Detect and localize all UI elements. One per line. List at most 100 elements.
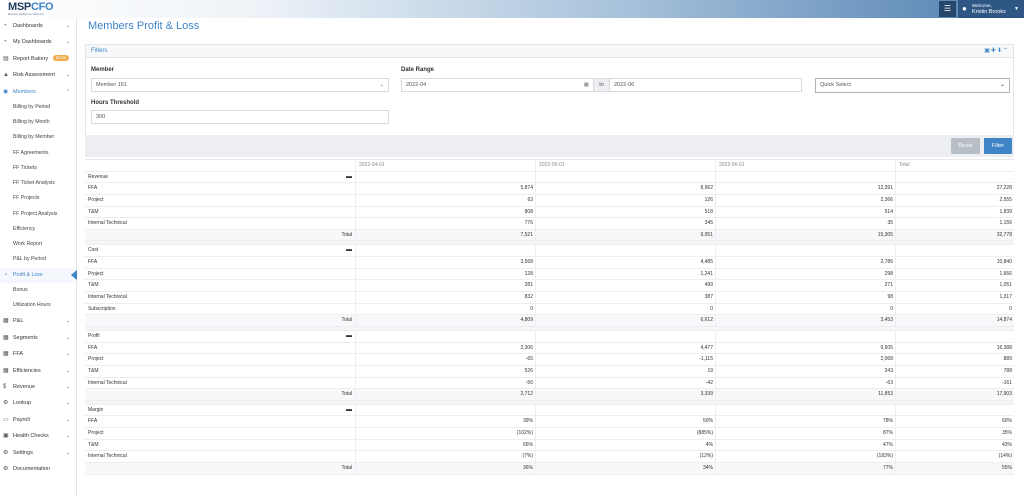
value-cell: 16,388	[996, 344, 1012, 351]
value-cell: 39%	[356, 416, 536, 428]
menu-toggle-button[interactable]: ☰	[939, 1, 956, 17]
table-row: T&M 65% 4% 47% 43%	[85, 439, 1014, 452]
value-cell: 50%	[536, 416, 716, 428]
reset-button[interactable]: Reset	[951, 138, 980, 154]
sidebar-subitem-billing-by-month[interactable]: Billing by Month	[0, 115, 76, 130]
collapse-minus-icon[interactable]: ▬	[346, 245, 352, 256]
sidebar-subitem-pl-by-period[interactable]: P&L by Period	[0, 252, 76, 267]
total-value-cell: 9,951	[536, 229, 716, 241]
sidebar-subitem-billing-by-member[interactable]: Billing by Member	[0, 130, 76, 145]
sidebar-item-label: Risk Assessment	[13, 72, 55, 79]
sidebar-item-revenue[interactable]: $ Revenue ⌄	[0, 379, 76, 395]
save-icon[interactable]: ▣	[984, 48, 991, 54]
list-icon: ☰	[943, 4, 952, 13]
value-cell: 8,962	[536, 183, 716, 194]
sidebar-subitem-work-report[interactable]: Work Report	[0, 237, 76, 252]
sidebar-subitem-ff-ticket-analysis[interactable]: FF Ticket Analysis	[0, 176, 76, 191]
table-row: FFA 39% 50% 78% 60%	[85, 416, 1014, 429]
value-cell: 0	[1009, 305, 1012, 312]
value-cell: 2,366	[716, 194, 896, 206]
chevron-down-icon: ⌄	[66, 384, 71, 391]
hours-threshold-input[interactable]: 300	[91, 110, 389, 124]
chevron-down-icon: ⌄	[66, 351, 71, 358]
value-cell: 1,241	[536, 268, 716, 280]
filters-panel: Filters ▣✚⬇⌃ Member Member 151 ⌄ Date Ra…	[85, 44, 1014, 145]
sidebar-item-label: Health Checks	[13, 433, 49, 440]
date-from-input[interactable]: 2022-04 ▦	[401, 78, 594, 92]
row-label: T&M	[85, 206, 356, 218]
sidebar-item-pl[interactable]: ▦ P&L ⌄	[0, 313, 76, 329]
sidebar-item-report-bakery[interactable]: ▤ Report Bakery BETA	[0, 51, 76, 67]
sidebar-subitem-profit-loss[interactable]: Profit & Loss	[0, 267, 77, 283]
sidebar-subitem-ff-agreements[interactable]: FF Agreements	[0, 146, 76, 161]
sidebar-item-payroll[interactable]: ▭ Payroll ⌄	[0, 412, 76, 428]
logo[interactable]: MSPCFO Business Intelligence. Delivered.	[8, 1, 54, 17]
member-select[interactable]: Member 151 ⌄	[91, 78, 389, 92]
value-cell: 3,568	[356, 257, 536, 268]
table-row: FFA 5,874 8,962 12,391 27,228	[85, 183, 1014, 195]
row-label: Internal Technical	[85, 292, 356, 303]
sidebar-subitem-efficiency[interactable]: Efficiency	[0, 222, 76, 237]
sidebar-subitem-utilization-hours[interactable]: Utilization Hours	[0, 298, 76, 313]
sidebar-item-members[interactable]: ◉ Members ⌃	[0, 84, 76, 100]
total-value-cell: 34%	[536, 463, 716, 474]
section-label-cell: Margin ▬	[85, 404, 356, 416]
member-label: Member	[91, 67, 115, 73]
gears-icon: ⚙	[3, 400, 9, 407]
total-value-cell: 55%	[1001, 465, 1012, 472]
calendar-icon[interactable]: ▦	[584, 79, 589, 91]
section-label-cell: Revenue ▬	[85, 171, 356, 183]
chevron-down-icon: ⌄	[66, 449, 71, 456]
value-cell: 4,477	[536, 342, 716, 354]
sidebar-item-lookup[interactable]: ⚙ Lookup ⌄	[0, 395, 76, 411]
collapse-minus-icon[interactable]: ▬	[346, 331, 352, 342]
sidebar-subitem-bonus[interactable]: Bonus	[0, 283, 76, 298]
logo-accent-text: CFO	[30, 1, 54, 13]
value-cell: -65	[356, 354, 536, 365]
table-row: Subscription 0 0 0 0	[85, 303, 1014, 316]
sidebar-item-segments[interactable]: ▦ Segments ⌄	[0, 330, 76, 346]
sidebar-item-label: Dashboards	[13, 23, 43, 29]
value-cell: 43%	[1001, 441, 1012, 448]
sidebar-item-risk-assessment[interactable]: ▲ Risk Assessment ⌄	[0, 67, 76, 83]
sidebar-subitem-ff-tickets[interactable]: FF Tickets	[0, 161, 76, 176]
date-range-label: Date Range	[401, 67, 435, 73]
total-row: Total 4,809 6,612 3,453 14,874	[85, 315, 1014, 327]
chevron-down-icon: ⌄	[66, 23, 71, 29]
sidebar-item-settings[interactable]: ⚙ Settings ⌄	[0, 445, 76, 461]
value-cell: 1,317	[999, 294, 1012, 301]
sidebar-subitem-ff-projects[interactable]: FF Projects	[0, 191, 76, 206]
collapse-up-icon[interactable]: ⌃	[1003, 48, 1009, 54]
table-row: Internal Technical -56 -42 -63 -161	[85, 377, 1014, 390]
sidebar-item-documentation[interactable]: ⚙ Documentation	[0, 461, 76, 477]
total-value-cell: 36%	[356, 463, 536, 474]
sidebar-subitem-billing-by-period[interactable]: Billing by Period	[0, 100, 76, 115]
sidebar-item-dashboards[interactable]: ◔ Dashboards ⌄	[0, 18, 76, 34]
value-cell: 889	[1003, 356, 1012, 363]
profit-loss-table: 2022-04-01 2022-05-01 2022-06-01 Total R…	[85, 159, 1014, 475]
sidebar-item-efficiencies[interactable]: ▦ Efficiencies ⌄	[0, 363, 76, 379]
sidebar-item-health-checks[interactable]: ▣ Health Checks ⌄	[0, 428, 76, 444]
total-value-cell: 17,903	[996, 391, 1012, 398]
table-row: FFA 3,568 4,485 2,786 10,840	[85, 257, 1014, 269]
collapse-minus-icon[interactable]: ▬	[346, 405, 352, 416]
total-value-cell: 3,339	[536, 389, 716, 400]
sidebar-subitem-ff-project-analysis[interactable]: FF Project Analysis	[0, 207, 76, 222]
value-cell: 10,840	[996, 259, 1012, 266]
user-menu[interactable]: ● Welcome, Kristin Brooks ▼	[958, 0, 1024, 18]
collapse-minus-icon[interactable]: ▬	[346, 172, 352, 183]
section-label-cell: Profit ▬	[85, 330, 356, 342]
filter-button[interactable]: Filter	[984, 138, 1012, 154]
sidebar-item-ffa[interactable]: ▦ FFA ⌄	[0, 346, 76, 362]
value-cell: 243	[716, 365, 896, 377]
total-row: Total 2,712 3,339 11,853 17,903	[85, 389, 1014, 401]
table-header-row: 2022-04-01 2022-05-01 2022-06-01 Total	[85, 160, 1014, 172]
quick-select-dropdown[interactable]: Quick Select ⌄	[815, 78, 1010, 93]
value-cell: 788	[1003, 367, 1012, 374]
header-cell-period-3: 2022-06-01	[716, 160, 896, 171]
table-row: T&M 808 518 514 1,839	[85, 206, 1014, 219]
sidebar-item-my-dashboards[interactable]: ◔ My Dashboards ⌄	[0, 34, 76, 50]
value-cell: -1,115	[536, 354, 716, 365]
total-value-cell: 2,712	[356, 389, 536, 400]
date-to-input[interactable]: 2022-06	[609, 78, 802, 92]
